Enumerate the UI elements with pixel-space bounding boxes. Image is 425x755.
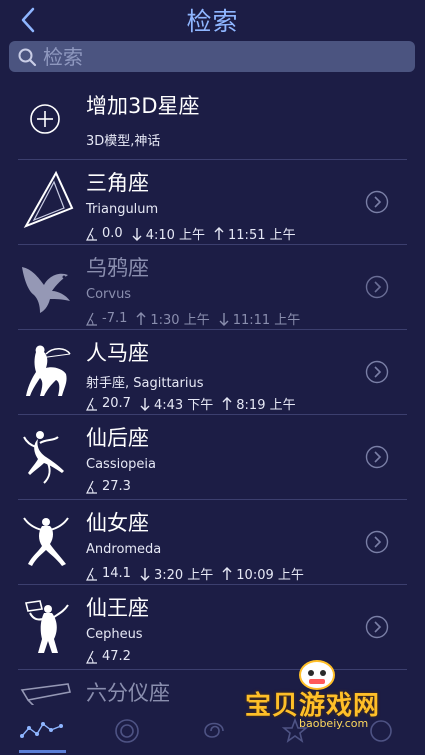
list-item-andromeda[interactable]: 仙女座 Andromeda 14.1 3:20 上午 10:09 上午 bbox=[0, 500, 425, 585]
arrow-up-icon bbox=[222, 396, 232, 410]
altitude-value: 14.1 bbox=[102, 566, 131, 581]
constellation-name: 仙女座 bbox=[86, 511, 149, 535]
tab-galaxies[interactable] bbox=[186, 711, 236, 751]
constellation-latin: 射手座, Sagittarius bbox=[86, 376, 204, 391]
set-time: 4:10 上午 bbox=[145, 228, 206, 243]
chevron-right-circle-icon[interactable] bbox=[365, 445, 389, 469]
watermark-logo: 宝贝游戏网 baobeiy.com bbox=[245, 655, 405, 730]
altitude-value: -7.1 bbox=[102, 311, 128, 326]
planet-icon bbox=[115, 719, 139, 743]
tab-planets[interactable] bbox=[102, 711, 152, 751]
constellation-name: 六分仪座 bbox=[86, 681, 170, 705]
chevron-right-circle-icon[interactable] bbox=[365, 190, 389, 214]
constellation-name: 三角座 bbox=[86, 171, 149, 195]
altitude-angle-icon bbox=[86, 312, 97, 326]
constellation-latin: Triangulum bbox=[86, 202, 159, 217]
chevron-right-circle-icon[interactable] bbox=[365, 615, 389, 639]
constellation-lines-icon bbox=[20, 722, 63, 738]
rise-time: 8:19 上午 bbox=[236, 398, 296, 413]
corvus-constellation-image bbox=[22, 267, 70, 313]
arrow-down-icon bbox=[132, 227, 142, 241]
constellation-info: 14.1 3:20 上午 10:09 上午 bbox=[86, 564, 313, 583]
constellation-name: 人马座 bbox=[86, 341, 149, 365]
altitude-value: 0.0 bbox=[102, 226, 123, 241]
add-3d-constellation-row[interactable]: 增加3D星座 3D模型,神话 bbox=[0, 78, 425, 160]
search-icon bbox=[18, 48, 37, 66]
altitude-angle-icon bbox=[86, 650, 97, 664]
set-time: 3:20 上午 bbox=[153, 568, 214, 583]
rise-time: 1:30 上午 bbox=[150, 313, 210, 328]
rise-time: 10:09 上午 bbox=[236, 568, 304, 583]
add-row-subtitle: 3D模型,神话 bbox=[86, 134, 161, 149]
constellation-info: 0.0 4:10 上午 11:51 上午 bbox=[86, 224, 305, 243]
add-row-title: 增加3D星座 bbox=[86, 94, 200, 118]
rise-time: 11:51 上午 bbox=[228, 228, 296, 243]
galaxy-icon bbox=[204, 722, 224, 738]
chevron-right-circle-icon[interactable] bbox=[365, 275, 389, 299]
arrow-down-icon bbox=[219, 312, 229, 326]
andromeda-constellation-image bbox=[23, 517, 69, 566]
altitude-angle-icon bbox=[86, 480, 97, 494]
altitude-value: 47.2 bbox=[102, 649, 131, 664]
header: 检索 bbox=[0, 0, 425, 40]
chevron-right-circle-icon[interactable] bbox=[365, 530, 389, 554]
constellation-list: 增加3D星座 3D模型,神话 三角座 Triangulum 0.0 4:10 上… bbox=[0, 78, 425, 705]
sextans-constellation-image bbox=[20, 683, 71, 705]
cepheus-constellation-image bbox=[25, 600, 69, 653]
list-item-corvus[interactable]: 乌鸦座 Corvus -7.1 1:30 上午 11:11 上午 bbox=[0, 245, 425, 330]
constellation-name: 乌鸦座 bbox=[86, 256, 149, 280]
cassiopeia-constellation-image bbox=[23, 431, 64, 484]
arrow-up-icon bbox=[136, 311, 146, 325]
arrow-down-icon bbox=[140, 397, 150, 411]
list-item-sagittarius[interactable]: 人马座 射手座, Sagittarius 20.7 4:43 下午 8:19 上… bbox=[0, 330, 425, 415]
constellation-name: 仙王座 bbox=[86, 596, 149, 620]
constellation-info: 20.7 4:43 下午 8:19 上午 bbox=[86, 394, 305, 413]
constellation-info: -7.1 1:30 上午 11:11 上午 bbox=[86, 309, 309, 328]
list-item-cassiopeia[interactable]: 仙后座 Cassiopeia 27.3 bbox=[0, 415, 425, 500]
constellation-latin: Corvus bbox=[86, 287, 132, 302]
set-time: 11:11 上午 bbox=[232, 313, 301, 328]
constellation-latin: Cepheus bbox=[86, 627, 143, 642]
arrow-down-icon bbox=[140, 567, 150, 581]
altitude-value: 27.3 bbox=[102, 479, 131, 494]
altitude-value: 20.7 bbox=[102, 396, 131, 411]
constellation-info: 27.3 bbox=[86, 479, 140, 494]
altitude-angle-icon bbox=[86, 397, 97, 411]
watermark-url: baobeiy.com bbox=[299, 717, 369, 730]
chevron-right-circle-icon[interactable] bbox=[365, 360, 389, 384]
triangulum-constellation-image bbox=[23, 170, 74, 228]
tab-constellations[interactable] bbox=[17, 711, 67, 751]
arrow-up-icon bbox=[214, 226, 224, 240]
constellation-latin: Cassiopeia bbox=[86, 457, 156, 472]
plus-circle-icon bbox=[30, 104, 60, 134]
active-tab-indicator bbox=[19, 750, 66, 753]
search-input[interactable] bbox=[37, 41, 415, 72]
set-time: 4:43 下午 bbox=[153, 398, 214, 413]
search-bar[interactable] bbox=[9, 41, 415, 72]
constellation-name: 仙后座 bbox=[86, 426, 149, 450]
altitude-angle-icon bbox=[86, 567, 97, 581]
sagittarius-constellation-image bbox=[26, 345, 71, 396]
altitude-angle-icon bbox=[86, 227, 97, 241]
arrow-up-icon bbox=[222, 566, 232, 580]
constellation-info: 47.2 bbox=[86, 649, 140, 664]
constellation-latin: Andromeda bbox=[86, 542, 162, 557]
page-title: 检索 bbox=[186, 7, 239, 36]
list-item-triangulum[interactable]: 三角座 Triangulum 0.0 4:10 上午 11:51 上午 bbox=[0, 160, 425, 245]
